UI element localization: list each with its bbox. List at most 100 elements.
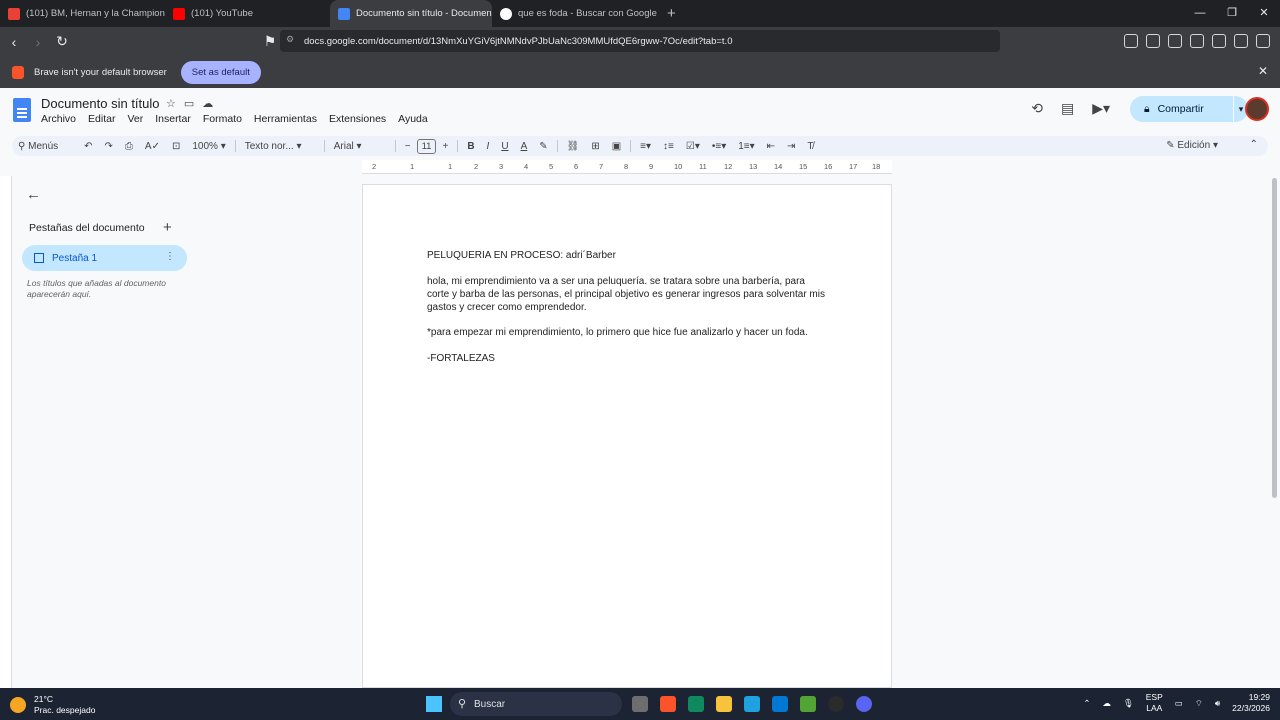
browser-tab-docs[interactable]: Documento sin título - Documen ✕ — [330, 0, 492, 27]
numbered-list-icon[interactable]: 1≡▾ — [738, 141, 754, 152]
brave-app-icon[interactable] — [660, 696, 676, 712]
menu-ver[interactable]: Ver — [127, 113, 143, 125]
weather-widget[interactable]: 21°C Prac. despejado — [10, 694, 95, 716]
store-app-icon[interactable] — [772, 696, 788, 712]
restore-icon[interactable]: ❐ — [1216, 0, 1248, 27]
bullet-list-icon[interactable]: •≡▾ — [712, 141, 726, 152]
image-icon[interactable]: ▣ — [612, 141, 621, 152]
browser-tab-google[interactable]: que es foda - Buscar con Google — [492, 0, 657, 27]
style-select[interactable]: Texto nor... ▾ — [245, 141, 315, 152]
menu-editar[interactable]: Editar — [88, 113, 115, 125]
decrease-indent-icon[interactable]: ⇤ — [767, 141, 775, 152]
sidebar-item-tab-1[interactable]: Pestaña 1 ⋮ — [22, 245, 187, 271]
terminal-app-icon[interactable] — [688, 696, 704, 712]
close-infobar-icon[interactable]: ✕ — [1258, 64, 1268, 78]
doc-paragraph[interactable]: *para empezar mi emprendimiento, lo prim… — [427, 326, 827, 339]
task-view-icon[interactable] — [632, 696, 648, 712]
print-icon[interactable]: ⎙ — [125, 141, 133, 152]
scrollbar-thumb[interactable] — [1272, 178, 1277, 498]
back-arrow-icon[interactable]: ← — [26, 186, 41, 203]
forward-icon[interactable]: › — [28, 34, 48, 50]
taskbar-search[interactable]: ⚲ Buscar — [450, 692, 622, 716]
file-explorer-icon[interactable] — [716, 696, 732, 712]
page-scrollbar[interactable] — [1270, 176, 1280, 688]
menu-archivo[interactable]: Archivo — [41, 113, 76, 125]
zoom-select[interactable]: 100% ▾ — [192, 141, 225, 152]
discord-app-icon[interactable] — [856, 696, 872, 712]
browser-tab-youtube[interactable]: (101) YouTube — [165, 0, 330, 27]
cloud-status-icon[interactable]: ☁ — [202, 97, 213, 110]
bookmark-icon[interactable]: ⚑ — [260, 33, 280, 50]
new-tab-icon[interactable]: + — [667, 5, 676, 22]
share-button[interactable]: 🔒︎ Compartir — [1130, 96, 1233, 122]
line-spacing-icon[interactable]: ↕≡ — [663, 141, 674, 152]
sidebar-icon[interactable] — [1168, 34, 1182, 48]
highlight-icon[interactable]: ✎ — [539, 141, 547, 152]
microphone-icon[interactable]: 🎙︎ — [1123, 698, 1134, 709]
redo-icon[interactable]: ↷ — [105, 141, 113, 152]
decrease-font-icon[interactable]: − — [405, 141, 411, 152]
comment-icon[interactable]: ⊞ — [591, 141, 599, 152]
meet-icon[interactable]: ▶▾ — [1092, 100, 1110, 117]
doc-heading-line[interactable]: PELUQUERIA EN PROCESO: adri´Barber — [427, 249, 827, 262]
spellcheck-icon[interactable]: A✓ — [145, 141, 160, 152]
underline-icon[interactable]: U — [501, 141, 508, 152]
link-icon[interactable]: ⛓ — [567, 141, 580, 152]
document-page[interactable]: PELUQUERIA EN PROCESO: adri´Barber hola,… — [362, 184, 892, 688]
font-size-input[interactable]: 11 — [416, 138, 437, 154]
close-window-icon[interactable]: ✕ — [1248, 0, 1280, 27]
doc-paragraph[interactable]: -FORTALEZAS — [427, 352, 827, 365]
display-icon[interactable]: ▭ — [1175, 698, 1183, 709]
align-icon[interactable]: ≡▾ — [640, 141, 651, 152]
docs-logo-icon[interactable] — [13, 98, 31, 122]
leo-icon[interactable] — [1212, 34, 1226, 48]
font-select[interactable]: Arial ▾ — [334, 141, 386, 152]
menu-ayuda[interactable]: Ayuda — [398, 113, 428, 125]
menu-extensiones[interactable]: Extensiones — [329, 113, 386, 125]
minimize-icon[interactable]: — — [1184, 0, 1216, 27]
checklist-icon[interactable]: ☑▾ — [686, 141, 700, 152]
horizontal-ruler[interactable]: 2 1 1 2 3 4 5 6 7 8 9 10 11 12 13 14 15 … — [362, 160, 892, 174]
windows-start-icon[interactable] — [426, 696, 442, 712]
minecraft-app-icon[interactable] — [800, 696, 816, 712]
menu-herramientas[interactable]: Herramientas — [254, 113, 317, 125]
add-tab-icon[interactable]: + — [163, 219, 172, 236]
italic-icon[interactable]: I — [487, 141, 490, 152]
increase-indent-icon[interactable]: ⇥ — [787, 141, 795, 152]
menu-formato[interactable]: Formato — [203, 113, 242, 125]
onedrive-icon[interactable]: ☁ — [1102, 698, 1111, 709]
history-icon[interactable]: ⟲ — [1031, 100, 1043, 117]
network-icon[interactable]: ⌔ — [1195, 698, 1203, 709]
clear-format-icon[interactable]: T̸ — [807, 141, 813, 152]
back-icon[interactable]: ‹ — [4, 34, 24, 50]
pip-icon[interactable] — [1124, 34, 1138, 48]
move-folder-icon[interactable]: ▭ — [184, 97, 194, 110]
paint-format-icon[interactable]: ⊡ — [172, 141, 180, 152]
menus-search[interactable]: ⚲ Menús — [18, 141, 58, 152]
text-color-icon[interactable]: A — [521, 141, 528, 152]
wallet-icon[interactable] — [1190, 34, 1204, 48]
chrome-app-icon[interactable] — [828, 696, 844, 712]
star-icon[interactable]: ☆ — [166, 97, 176, 110]
reload-icon[interactable]: ↻ — [52, 33, 72, 50]
set-default-button[interactable]: Set as default — [180, 60, 261, 84]
document-title[interactable]: Documento sin título — [41, 96, 160, 111]
vpn-icon[interactable] — [1234, 34, 1248, 48]
undo-icon[interactable]: ↶ — [84, 141, 92, 152]
clock[interactable]: 19:29 22/3/2026 — [1232, 692, 1270, 714]
volume-icon[interactable]: 🔊︎ — [1215, 698, 1220, 709]
edge-app-icon[interactable] — [744, 696, 760, 712]
menu-insertar[interactable]: Insertar — [155, 113, 191, 125]
bold-icon[interactable]: B — [467, 141, 474, 152]
collapse-menus-icon[interactable]: ⌃ — [1250, 139, 1258, 150]
editing-mode-select[interactable]: ✎ Edición ▾ — [1166, 140, 1218, 151]
media-icon[interactable] — [1146, 34, 1160, 48]
browser-tab-music[interactable]: (101) BM, Hernan y la Champion — [0, 0, 165, 27]
menu-icon[interactable] — [1256, 34, 1270, 48]
language-indicator[interactable]: ESP LAA — [1146, 692, 1163, 714]
comments-icon[interactable]: ▤ — [1061, 100, 1074, 117]
avatar[interactable] — [1245, 97, 1269, 121]
tray-overflow-icon[interactable]: ⌃ — [1083, 698, 1090, 709]
site-info-icon[interactable]: ⚙ — [286, 34, 296, 46]
increase-font-icon[interactable]: + — [442, 141, 448, 152]
